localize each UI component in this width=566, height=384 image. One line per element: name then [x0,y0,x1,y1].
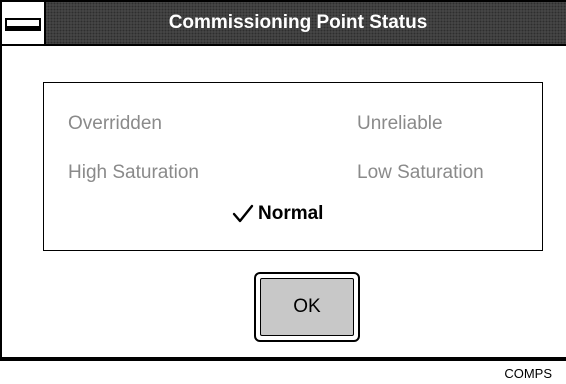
system-menu-icon [5,18,41,31]
status-normal-label: Normal [258,203,324,224]
status-group: Overridden Unreliable High Saturation Lo… [43,82,543,251]
status-high-saturation: High Saturation [68,162,199,183]
ok-button-face: OK [260,278,354,336]
figure-caption: COMPS [504,366,552,381]
commissioning-point-status-dialog: Commissioning Point Status Overridden Un… [0,0,566,361]
status-overridden: Overridden [68,113,162,134]
status-low-saturation: Low Saturation [357,162,484,183]
title-bar[interactable]: Commissioning Point Status [2,2,566,46]
status-normal: Normal [232,203,323,225]
check-icon [232,204,254,223]
ok-button-label: OK [293,296,321,317]
dialog-title: Commissioning Point Status [168,12,428,33]
ok-button[interactable]: OK [254,272,360,342]
system-menu-button[interactable] [2,2,46,44]
status-unreliable: Unreliable [357,113,443,134]
